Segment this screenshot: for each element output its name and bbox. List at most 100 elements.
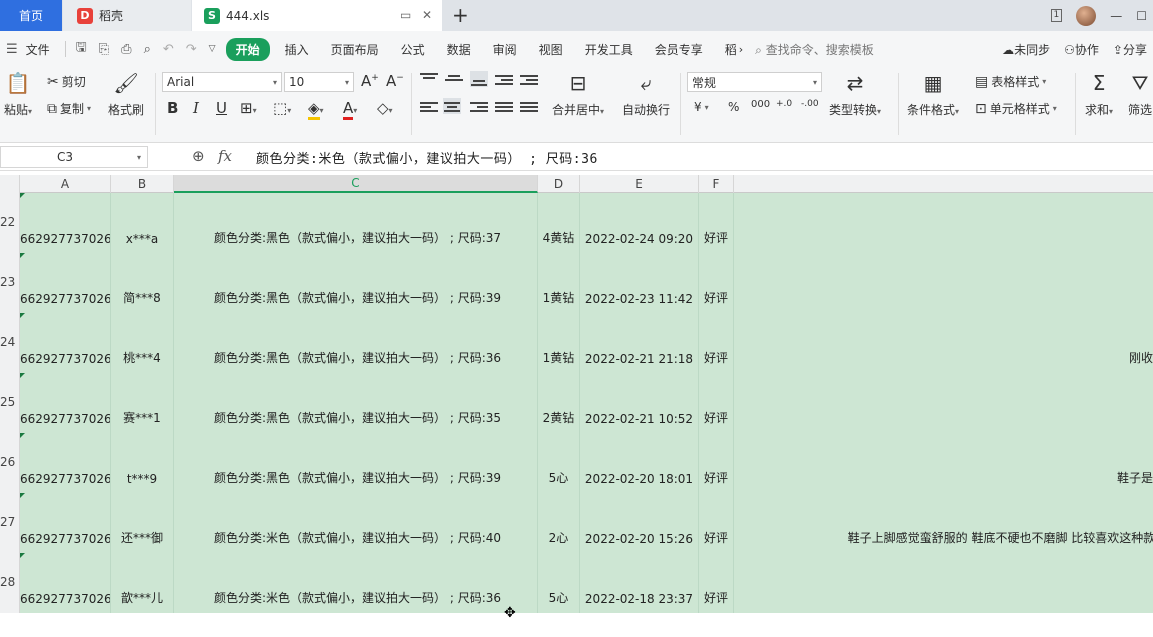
- cell-f[interactable]: 好评: [699, 193, 734, 253]
- table-style-button[interactable]: ▤ 表格样式 ▾: [975, 73, 1046, 90]
- command-search[interactable]: ⌕ 查找命令、搜索模板: [755, 41, 874, 58]
- cell-d[interactable]: 5心: [538, 553, 580, 613]
- type-convert-button[interactable]: ⇄ 类型转换▾: [829, 71, 881, 118]
- cell-c[interactable]: 颜色分类:黑色（款式偏小，建议拍大一码） ; 尺码:39: [174, 433, 538, 493]
- cell-f[interactable]: 好评: [699, 373, 734, 433]
- cell-c[interactable]: 颜色分类:米色（款式偏小，建议拍大一码） ; 尺码:40: [174, 493, 538, 553]
- cell-b[interactable]: 还***御: [111, 493, 174, 553]
- menu-file[interactable]: 文件: [24, 41, 61, 58]
- cell-e[interactable]: 2022-02-20 15:26: [580, 493, 699, 553]
- cell-f[interactable]: 好评: [699, 493, 734, 553]
- cell-b[interactable]: t***9: [111, 433, 174, 493]
- cell-a[interactable]: 662927737026: [20, 313, 111, 373]
- cell-a[interactable]: 662927737026: [20, 373, 111, 433]
- cut-button[interactable]: ✂ 剪切: [47, 73, 86, 90]
- cell-e[interactable]: 2022-02-18 23:37: [580, 553, 699, 613]
- cell-e[interactable]: 2022-02-21 21:18: [580, 313, 699, 373]
- chevron-down-icon[interactable]: ▽: [203, 44, 222, 54]
- number-format-select[interactable]: 常规 ▾: [687, 72, 822, 92]
- cell-b[interactable]: x***a: [111, 193, 174, 253]
- cell-d[interactable]: 2心: [538, 493, 580, 553]
- cell-f[interactable]: 好评: [699, 253, 734, 313]
- cell-d[interactable]: 5心: [538, 433, 580, 493]
- bold-button[interactable]: B: [167, 99, 178, 117]
- cell-a[interactable]: 662927737026: [20, 193, 111, 253]
- name-box[interactable]: C3 ▾: [0, 146, 148, 168]
- menu-view[interactable]: 视图: [528, 41, 574, 58]
- column-header-e[interactable]: E: [580, 175, 699, 193]
- undo-icon[interactable]: ↶: [157, 42, 180, 57]
- row-header[interactable]: 25: [0, 373, 20, 433]
- sync-button[interactable]: ☁未同步: [1002, 41, 1050, 58]
- cell-c[interactable]: 颜色分类:黑色（款式偏小，建议拍大一码） ; 尺码:39: [174, 253, 538, 313]
- window-count-badge[interactable]: 1: [1050, 9, 1063, 22]
- align-middle-icon[interactable]: [445, 73, 463, 89]
- cell-b[interactable]: 赛***1: [111, 373, 174, 433]
- menu-developer[interactable]: 开发工具: [574, 41, 644, 58]
- row-header[interactable]: 28: [0, 553, 20, 613]
- menu-member[interactable]: 会员专享: [644, 41, 714, 58]
- cell-f[interactable]: 好评: [699, 313, 734, 373]
- font-shrink-button[interactable]: A−: [386, 72, 404, 90]
- align-right-icon[interactable]: [470, 100, 488, 116]
- merge-center-button[interactable]: ⊟ 合并居中▾: [552, 71, 604, 118]
- cell-e[interactable]: 2022-02-23 11:42: [580, 253, 699, 313]
- row-header[interactable]: 27: [0, 493, 20, 553]
- cell-g[interactable]: 刚收: [734, 313, 1153, 373]
- cell-c[interactable]: 颜色分类:黑色（款式偏小，建议拍大一码） ; 尺码:37: [174, 193, 538, 253]
- new-tab-plus-icon[interactable]: +: [452, 3, 469, 27]
- print-icon[interactable]: ⎙: [115, 42, 137, 57]
- fill-color-button[interactable]: ◈▾: [308, 99, 324, 120]
- cell-g[interactable]: 鞋子是: [734, 433, 1153, 493]
- fx-icon[interactable]: fx: [218, 147, 232, 165]
- tab-float-icon[interactable]: ▭: [400, 8, 411, 22]
- formula-input[interactable]: 颜色分类:米色（款式偏小，建议拍大一码） ; 尺码:36: [256, 148, 598, 167]
- cell-d[interactable]: 2黄钻: [538, 373, 580, 433]
- cell-c[interactable]: 颜色分类:黑色（款式偏小，建议拍大一码） ; 尺码:36: [174, 313, 538, 373]
- font-size-select[interactable]: 10 ▾: [284, 72, 354, 92]
- increase-decimal-button[interactable]: +.0: [776, 99, 792, 109]
- zoom-icon[interactable]: ⊕: [192, 147, 205, 165]
- font-color-button[interactable]: A▾: [343, 99, 357, 120]
- collab-button[interactable]: ⚇协作: [1064, 41, 1099, 58]
- cell-g[interactable]: 鞋子上脚感觉蛮舒服的 鞋底不硬也不磨脚 比较喜欢这种款式的: [734, 493, 1153, 553]
- menu-insert[interactable]: 插入: [274, 41, 320, 58]
- sum-button[interactable]: Σ 求和▾: [1085, 71, 1113, 118]
- border-button[interactable]: ⊞▾: [240, 99, 257, 117]
- select-all-corner[interactable]: [0, 175, 20, 193]
- column-header-b[interactable]: B: [111, 175, 174, 193]
- menu-page-layout[interactable]: 页面布局: [320, 41, 390, 58]
- cell-d[interactable]: 1黄钻: [538, 313, 580, 373]
- align-justify-icon[interactable]: [495, 100, 513, 116]
- row-header[interactable]: 24: [0, 313, 20, 373]
- hamburger-icon[interactable]: ☰: [0, 42, 24, 57]
- distribute-icon[interactable]: [520, 100, 538, 116]
- cell-g[interactable]: [734, 253, 1153, 313]
- tab-daoke[interactable]: D 稻壳: [63, 0, 191, 31]
- cell-c[interactable]: 颜色分类:米色（款式偏小，建议拍大一码） ; 尺码:36: [174, 553, 538, 613]
- percent-button[interactable]: %: [728, 100, 739, 114]
- maximize-icon[interactable]: ☐: [1136, 9, 1147, 23]
- italic-button[interactable]: I: [193, 99, 199, 117]
- chevron-right-icon[interactable]: ›: [739, 43, 743, 56]
- row-header[interactable]: 26: [0, 433, 20, 493]
- share-button[interactable]: ⇪分享: [1113, 41, 1147, 58]
- font-grow-button[interactable]: A+: [361, 72, 379, 90]
- cell-g[interactable]: [734, 193, 1153, 253]
- cell-e[interactable]: 2022-02-24 09:20: [580, 193, 699, 253]
- menu-review[interactable]: 审阅: [482, 41, 528, 58]
- save-icon[interactable]: 🖫: [70, 38, 93, 60]
- cell-d[interactable]: 4黄钻: [538, 193, 580, 253]
- align-top-icon[interactable]: [420, 71, 438, 87]
- cell-g[interactable]: [734, 373, 1153, 433]
- menu-daoke[interactable]: 稻: [714, 41, 739, 58]
- cell-a[interactable]: 662927737026: [20, 493, 111, 553]
- cell-c[interactable]: 颜色分类:黑色（款式偏小，建议拍大一码） ; 尺码:35: [174, 373, 538, 433]
- cell-f[interactable]: 好评: [699, 433, 734, 493]
- menu-formula[interactable]: 公式: [390, 41, 436, 58]
- column-header-c[interactable]: C: [174, 175, 538, 193]
- print-preview-icon[interactable]: ⌕: [138, 42, 157, 57]
- cell-b[interactable]: 桃***4: [111, 313, 174, 373]
- column-header-f[interactable]: F: [699, 175, 734, 193]
- conditional-format-button[interactable]: ▦ 条件格式▾: [907, 71, 959, 118]
